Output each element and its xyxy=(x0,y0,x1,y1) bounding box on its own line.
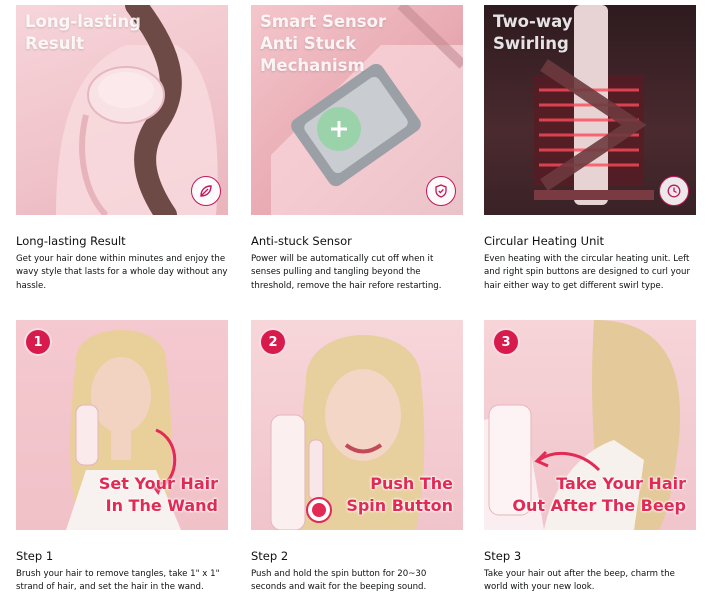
step-description: Take your hair out after the beep, charm… xyxy=(484,569,675,593)
step-overlay-text: Set Your Hair In The Wand xyxy=(98,474,218,515)
feature-title: Anti-stuck Sensor xyxy=(251,234,352,248)
step-number-badge: 3 xyxy=(492,328,520,356)
step-number-badge: 1 xyxy=(24,328,52,356)
step-description: Push and hold the spin button for 20~30 … xyxy=(251,569,427,593)
feature-card-anti-stuck: Smart Sensor Anti Stuck Mechanism Anti-s… xyxy=(251,5,463,293)
step-card-3: 3 Take Your Hair Out After The Beep Step… xyxy=(484,320,696,595)
feature-description: Even heating with the circular heating u… xyxy=(484,254,690,291)
feature-description: Power will be automatically cut off when… xyxy=(251,254,442,291)
step-image-1: 1 Set Your Hair In The Wand xyxy=(16,320,228,530)
step-number-badge: 2 xyxy=(259,328,287,356)
step-title: Step 3 xyxy=(484,549,522,563)
step-card-1: 1 Set Your Hair In The Wand Step 1 Brush… xyxy=(16,320,228,595)
step-title: Step 2 xyxy=(251,549,289,563)
step-overlay-text: Push The Spin Button xyxy=(346,474,453,515)
feature-card-heating: Two-way Swirling Circular Heating Unit E… xyxy=(484,5,696,293)
clock-icon xyxy=(659,176,689,206)
leaf-icon xyxy=(191,176,221,206)
feature-overlay-title: Smart Sensor Anti Stuck Mechanism xyxy=(260,12,387,75)
step-overlay-text: Take Your Hair Out After The Beep xyxy=(512,474,686,515)
shield-icon xyxy=(426,176,456,206)
step-description: Brush your hair to remove tangles, take … xyxy=(16,569,220,593)
step-card-2: 2 Push The Spin Button Step 2 Push and h… xyxy=(251,320,463,595)
step-image-2: 2 Push The Spin Button xyxy=(251,320,463,530)
feature-image-anti-stuck: Smart Sensor Anti Stuck Mechanism xyxy=(251,5,463,215)
feature-image-heating: Two-way Swirling xyxy=(484,5,696,215)
feature-description: Get your hair done within minutes and en… xyxy=(16,254,228,291)
feature-overlay-title: Long-lasting Result xyxy=(25,12,141,53)
feature-image-long-lasting: Long-lasting Result xyxy=(16,5,228,215)
feature-overlay-title: Two-way Swirling xyxy=(493,12,573,53)
feature-card-long-lasting: Long-lasting Result Long-lasting Result … xyxy=(16,5,228,293)
feature-title: Circular Heating Unit xyxy=(484,234,605,248)
step-image-3: 3 Take Your Hair Out After The Beep xyxy=(484,320,696,530)
feature-title: Long-lasting Result xyxy=(16,234,126,248)
step-title: Step 1 xyxy=(16,549,54,563)
